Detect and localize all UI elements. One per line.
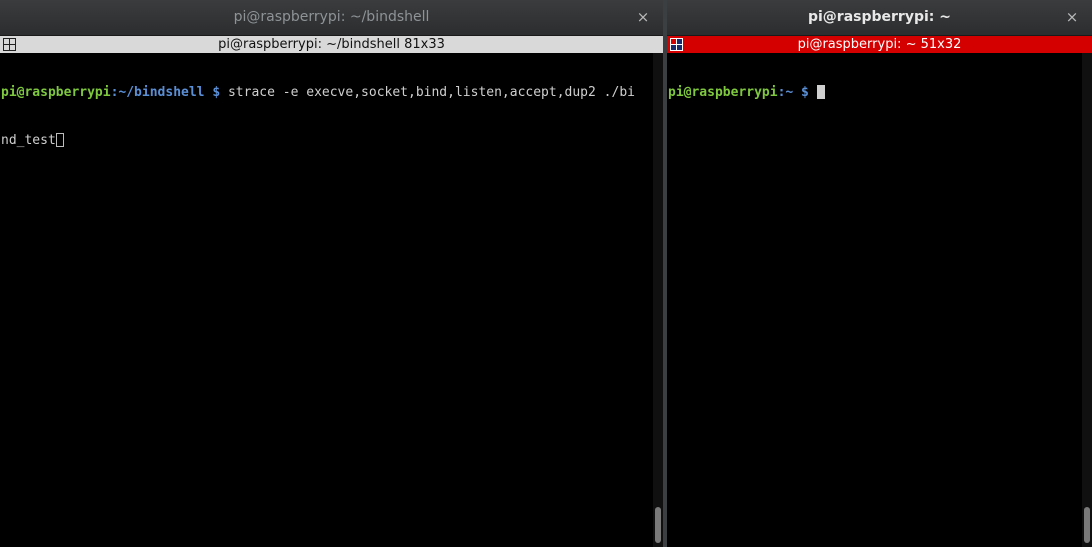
terminal-output[interactable]: pi@raspberrypi:~ $ [667,53,1080,547]
screen-status-bar: pi@raspberrypi: ~/bindshell 81x33 [0,36,663,53]
scrollbar[interactable] [653,53,663,547]
screen-bar-label: pi@raspberrypi: ~/bindshell 81x33 [218,37,445,52]
prompt-path: :~/bindshell [110,85,205,100]
window-title: pi@raspberrypi: ~/bindshell [233,9,430,25]
command-text: strace -e execve,socket,bind,listen,acce… [227,85,635,100]
screen-status-bar: pi@raspberrypi: ~ 51x32 [667,36,1092,53]
window-grid-icon [3,38,16,51]
prompt-path: :~ [777,85,794,100]
terminal-output[interactable]: pi@raspberrypi:~/bindshell $ strace -e e… [0,53,651,547]
prompt-dollar: $ [204,85,228,100]
window-grid-icon [670,38,683,51]
prompt-user: pi@raspberrypi [1,85,111,100]
text-cursor [55,133,64,147]
scrollbar[interactable] [1082,53,1092,547]
prompt-line: pi@raspberrypi:~ $ [668,85,1080,101]
scrollbar-thumb[interactable] [1084,507,1090,543]
window-titlebar[interactable]: pi@raspberrypi: ~/bindshell × [0,0,663,36]
command-line-wrap: nd_test [1,133,651,149]
close-icon[interactable]: × [1064,8,1080,26]
command-line: pi@raspberrypi:~/bindshell $ strace -e e… [1,85,651,101]
prompt-dollar: $ [793,85,817,100]
terminal-window-bindshell[interactable]: pi@raspberrypi: ~/bindshell × pi@raspber… [0,0,663,547]
window-titlebar[interactable]: pi@raspberrypi: ~ × [667,0,1092,36]
prompt-user: pi@raspberrypi [668,85,778,100]
terminal-window-home[interactable]: pi@raspberrypi: ~ × pi@raspberrypi: ~ 51… [667,0,1092,547]
window-title: pi@raspberrypi: ~ [807,9,951,25]
command-text-wrap: nd_test [1,133,56,148]
scrollbar-thumb[interactable] [655,507,661,543]
screen-bar-label: pi@raspberrypi: ~ 51x32 [797,37,962,52]
close-icon[interactable]: × [635,8,651,26]
text-cursor [816,85,825,99]
